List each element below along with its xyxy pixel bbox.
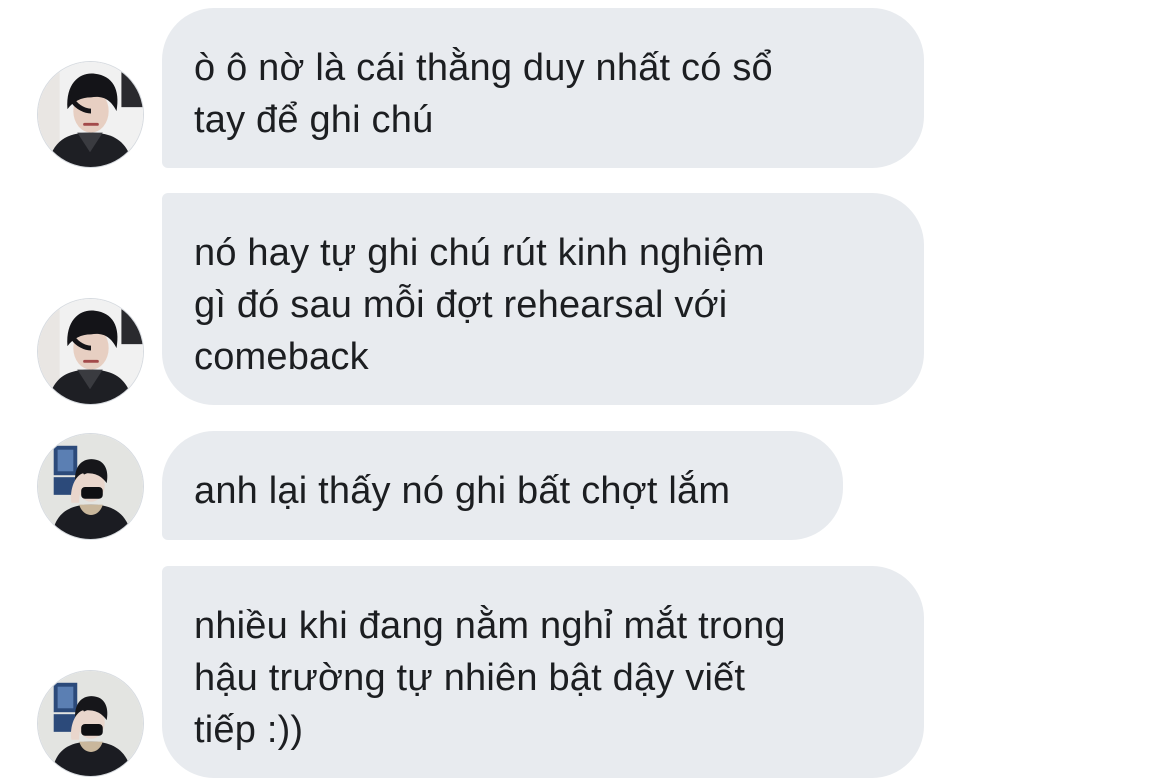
message-text-line: tiếp :)) xyxy=(194,709,304,751)
sender-avatar[interactable] xyxy=(37,298,144,405)
sender-avatar[interactable] xyxy=(37,670,144,777)
message-text-line: tay để ghi chú xyxy=(194,99,434,141)
masked-boy-avatar-image xyxy=(38,671,143,776)
message-text-line: ò ô nờ là cái thằng duy nhất có sổ xyxy=(194,47,773,89)
dark-hair-boy-avatar-image xyxy=(38,299,143,404)
sender-avatar[interactable] xyxy=(37,61,144,168)
dark-hair-boy-avatar-image xyxy=(38,62,143,167)
message-bubble[interactable]: nhiều khi đang nằm nghỉ mắt trong hậu tr… xyxy=(162,566,924,778)
message-row: ò ô nờ là cái thằng duy nhất có sổ tay đ… xyxy=(0,8,1170,168)
message-text-line: nhiều khi đang nằm nghỉ mắt trong xyxy=(194,605,786,647)
message-text-line: hậu trường tự nhiên bật dậy viết xyxy=(194,657,746,699)
message-text-line: anh lại thấy nó ghi bất chợt lắm xyxy=(194,470,731,512)
message-row: nó hay tự ghi chú rút kinh nghiệm gì đó … xyxy=(0,193,1170,405)
message-thread: ò ô nờ là cái thằng duy nhất có sổ tay đ… xyxy=(0,0,1170,783)
message-bubble[interactable]: nó hay tự ghi chú rút kinh nghiệm gì đó … xyxy=(162,193,924,405)
message-row: nhiều khi đang nằm nghỉ mắt trong hậu tr… xyxy=(0,566,1170,780)
message-bubble[interactable]: ò ô nờ là cái thằng duy nhất có sổ tay đ… xyxy=(162,8,924,168)
message-text-line: comeback xyxy=(194,336,369,378)
sender-avatar[interactable] xyxy=(37,433,144,540)
message-row: anh lại thấy nó ghi bất chợt lắm xyxy=(0,431,1170,540)
message-bubble[interactable]: anh lại thấy nó ghi bất chợt lắm xyxy=(162,431,843,540)
masked-boy-avatar-image xyxy=(38,434,143,539)
message-text-line: gì đó sau mỗi đợt rehearsal với xyxy=(194,284,728,326)
message-text-line: nó hay tự ghi chú rút kinh nghiệm xyxy=(194,232,765,274)
